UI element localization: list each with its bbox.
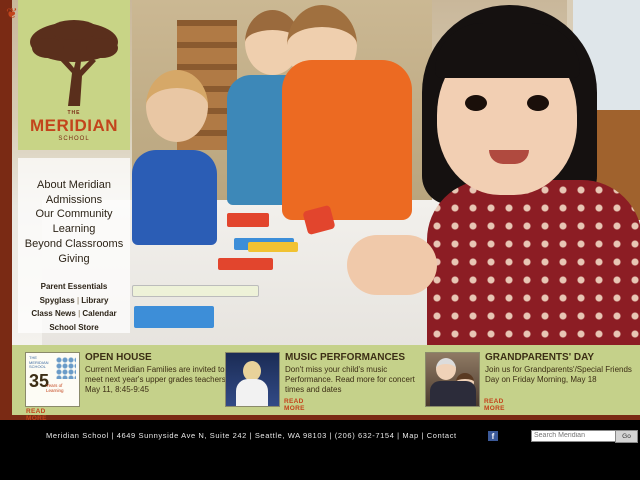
ruler — [132, 285, 259, 297]
promo-title[interactable]: MUSIC PERFORMANCES — [285, 352, 405, 363]
promo-thumbnail[interactable] — [425, 352, 480, 407]
thumb-pattern — [56, 357, 76, 379]
nav-spyglass[interactable]: Spyglass — [40, 296, 75, 305]
nav-separator: | — [78, 309, 81, 318]
thumb-school-text: THE MERIDIAN SCHOOL — [29, 355, 49, 369]
nav-calendar[interactable]: Calendar — [82, 309, 116, 318]
logo-school: SCHOOL — [58, 136, 90, 142]
logo-name: MERIDIAN — [29, 116, 119, 135]
promo-body: Don't miss your child's music Performanc… — [285, 365, 415, 395]
block — [248, 242, 298, 252]
footer-address: Meridian School | 4649 Sunnyside Ave N, … — [46, 431, 457, 440]
nav-about-meridian[interactable]: About Meridian — [18, 178, 130, 193]
promo-body: Join us for Grandparents'/Special Friend… — [485, 365, 632, 385]
promo-thumbnail[interactable]: THE MERIDIAN SCHOOL 35 Years of Learning — [25, 352, 80, 407]
facebook-icon[interactable]: f — [488, 431, 498, 441]
main-navigation: About Meridian Admissions Our Community … — [18, 158, 130, 333]
school-logo[interactable]: THE MERIDIAN SCHOOL — [18, 0, 130, 150]
grandparent-head — [436, 358, 456, 380]
nav-admissions[interactable]: Admissions — [18, 193, 130, 208]
read-more-link[interactable]: READ MORE — [26, 408, 47, 422]
search-input[interactable] — [531, 430, 617, 442]
block — [227, 213, 269, 227]
read-more-link[interactable]: READ MORE — [484, 398, 505, 412]
nav-library[interactable]: Library — [81, 296, 108, 305]
promo-body: Current Meridian Families are invited to… — [85, 365, 228, 395]
block — [218, 258, 273, 270]
child-girl-smiling — [347, 5, 640, 345]
promo-title[interactable]: GRANDPARENTS' DAY — [485, 352, 594, 363]
nav-parent-essentials[interactable]: Parent Essentials — [18, 280, 130, 294]
nav-giving[interactable]: Giving — [18, 252, 130, 267]
performer-head — [243, 361, 261, 381]
bodies — [430, 381, 476, 406]
nav-school-store[interactable]: School Store — [18, 321, 130, 335]
search-go-button[interactable]: Go — [615, 430, 638, 443]
butterfly-icon: ❦ — [6, 5, 18, 21]
nav-class-news[interactable]: Class News — [31, 309, 75, 318]
performer-body — [236, 379, 268, 406]
read-more-link[interactable]: READ MORE — [284, 398, 305, 412]
tree-icon — [30, 20, 118, 106]
promo-band: THE MERIDIAN SCHOOL 35 Years of Learning… — [12, 345, 640, 422]
nav-our-community[interactable]: Our Community — [18, 207, 130, 222]
child-boy-orange — [277, 5, 417, 225]
nav-learning[interactable]: Learning — [18, 222, 130, 237]
promo-thumbnail[interactable] — [225, 352, 280, 407]
thumb-caption: Years of Learning — [46, 383, 64, 393]
promo-title[interactable]: OPEN HOUSE — [85, 352, 152, 363]
nav-separator: | — [76, 295, 80, 305]
block — [134, 306, 214, 328]
footer: Meridian School | 4649 Sunnyside Ave N, … — [0, 428, 640, 444]
child-boy-blue — [132, 70, 217, 245]
secondary-navigation: Parent Essentials Spyglass | Library Cla… — [18, 280, 130, 334]
nav-beyond-classrooms[interactable]: Beyond Classrooms — [18, 237, 130, 252]
